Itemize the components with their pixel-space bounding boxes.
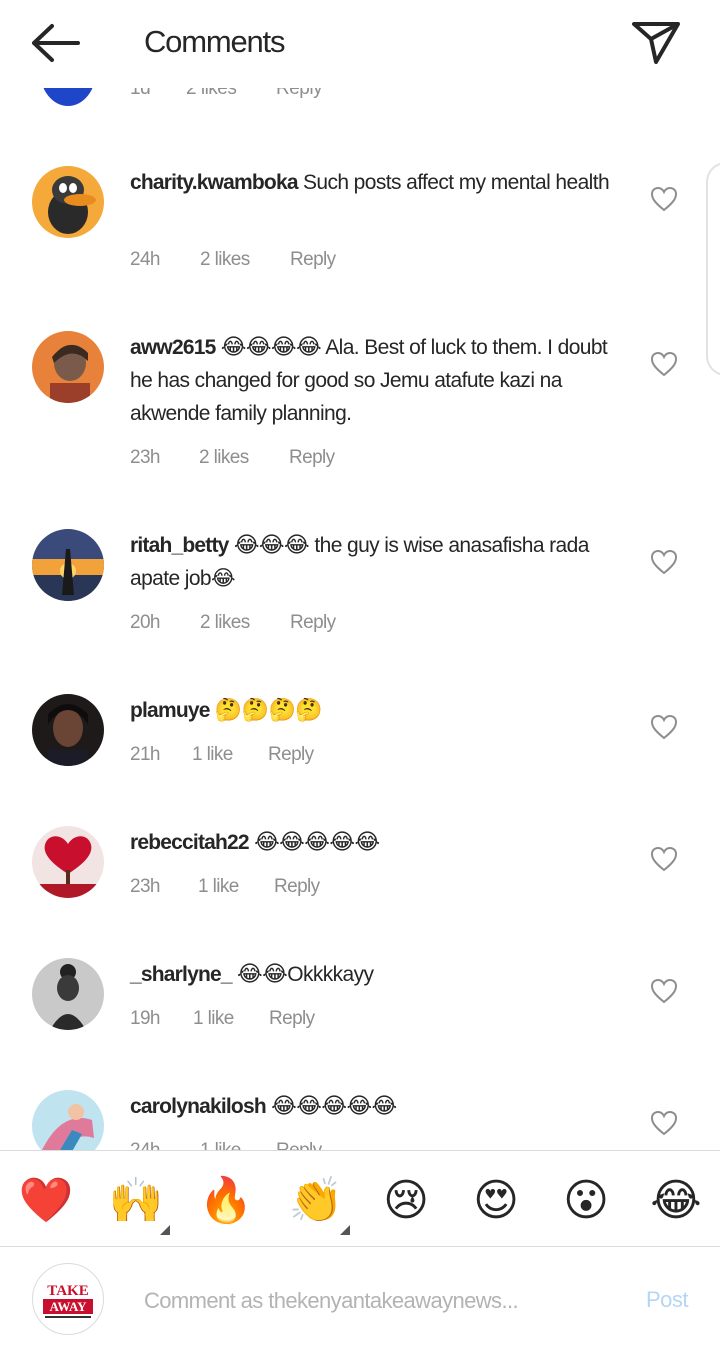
heart-icon[interactable] — [650, 186, 678, 212]
comment-emoji: 😂😂 — [237, 962, 288, 987]
heart-icon[interactable] — [650, 549, 678, 575]
comment-time: 23h — [130, 876, 161, 897]
avatar[interactable] — [32, 529, 104, 601]
comment-likes[interactable]: 1 like — [198, 876, 239, 898]
logo-underline — [45, 1316, 91, 1318]
paper-plane-icon[interactable] — [630, 20, 682, 66]
heart-icon[interactable] — [650, 978, 678, 1004]
comment-emoji: 😂😂😂😂 — [220, 335, 322, 360]
fire-emoji-button[interactable]: 🔥 — [196, 1173, 256, 1229]
avatar[interactable] — [32, 166, 104, 238]
comment-username[interactable]: ritah_betty — [130, 534, 229, 557]
comment-likes[interactable]: 2 likes — [200, 249, 250, 271]
comment-username[interactable]: aww2615 — [130, 336, 216, 359]
comment-time: 24h — [130, 1140, 161, 1150]
comment-emoji: 😂😂😂😂😂 — [254, 830, 380, 855]
logo-text-bottom: AWAY — [43, 1299, 93, 1314]
comment-username[interactable]: carolynakilosh — [130, 1095, 267, 1118]
header: Comments — [0, 0, 720, 88]
comment-likes[interactable]: 2 likes — [200, 612, 250, 634]
reply-button[interactable]: Reply — [290, 612, 336, 634]
comment-emoji: 🤔🤔🤔🤔 — [214, 698, 323, 723]
comment-text: Such posts affect my mental health — [302, 171, 610, 194]
comment-time: 23h — [130, 447, 161, 468]
heart-icon[interactable] — [650, 1110, 678, 1136]
emoji-reaction-bar: ❤️ 🙌 🔥 👏 😢 😍 😮 😂 — [0, 1150, 720, 1246]
surprised-face-emoji-button[interactable]: 😮 — [556, 1173, 616, 1229]
heart-icon[interactable] — [650, 351, 678, 377]
reply-button[interactable]: Reply — [274, 876, 320, 898]
comment-likes[interactable]: 1 like — [200, 1140, 241, 1150]
page-title: Comments — [144, 24, 285, 59]
skin-tone-indicator-icon — [340, 1225, 350, 1235]
comment-time: 24h — [130, 249, 161, 270]
avatar[interactable]: TAKE AWAY — [32, 1263, 104, 1335]
comment-likes[interactable]: 2 likes — [199, 447, 249, 469]
post-button[interactable]: Post — [646, 1287, 689, 1313]
avatar[interactable] — [32, 958, 104, 1030]
heart-icon[interactable] — [650, 714, 678, 740]
avatar[interactable] — [32, 826, 104, 898]
avatar[interactable] — [32, 1090, 104, 1150]
raising-hands-emoji-button[interactable]: 🙌 — [106, 1173, 166, 1229]
crying-face-emoji-button[interactable]: 😢 — [376, 1173, 436, 1229]
comments-list: 1d 2 likes Reply charity.kwamboka Such p… — [0, 0, 720, 1150]
comment-time: 20h — [130, 612, 161, 633]
comment-composer: TAKE AWAY Post — [0, 1246, 720, 1367]
avatar[interactable] — [32, 694, 104, 766]
tears-of-joy-emoji-button[interactable]: 😂 — [646, 1173, 706, 1229]
comment-likes[interactable]: 1 like — [192, 744, 233, 766]
logo-text-top: TAKE — [47, 1283, 89, 1299]
arrow-left-icon[interactable] — [28, 22, 82, 64]
red-heart-emoji-button[interactable]: ❤️ — [16, 1173, 76, 1229]
comment-text: Okkkkayy — [287, 963, 374, 986]
reply-button[interactable]: Reply — [289, 447, 335, 469]
reply-button[interactable]: Reply — [268, 744, 314, 766]
comment-username[interactable]: plamuye — [130, 699, 210, 722]
reply-button[interactable]: Reply — [290, 249, 336, 271]
heart-icon[interactable] — [650, 846, 678, 872]
comment-username[interactable]: rebeccitah22 — [130, 831, 250, 854]
comment-input[interactable] — [144, 1285, 614, 1317]
clapping-hands-emoji-button[interactable]: 👏 — [286, 1173, 346, 1229]
comment-username[interactable]: charity.kwamboka — [130, 171, 299, 194]
comment-username[interactable]: _sharlyne_ — [130, 963, 233, 986]
comment-emoji: 😂😂😂😂😂 — [271, 1094, 397, 1119]
skin-tone-indicator-icon — [160, 1225, 170, 1235]
comment-emoji: 😂😂😂 — [233, 533, 310, 558]
comment-time: 19h — [130, 1008, 161, 1029]
comment-likes[interactable]: 1 like — [193, 1008, 234, 1030]
reply-button[interactable]: Reply — [269, 1008, 315, 1030]
heart-eyes-emoji-button[interactable]: 😍 — [466, 1173, 526, 1229]
comment-time: 21h — [130, 744, 161, 765]
avatar[interactable] — [32, 331, 104, 403]
reply-button[interactable]: Reply — [276, 1140, 322, 1150]
